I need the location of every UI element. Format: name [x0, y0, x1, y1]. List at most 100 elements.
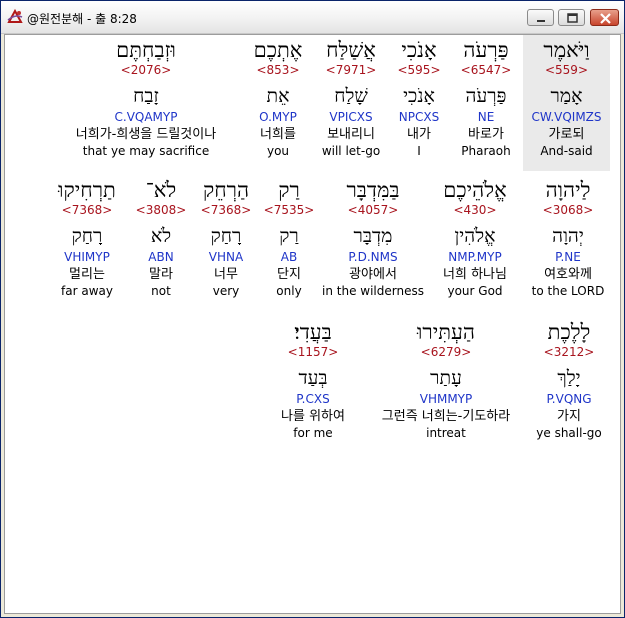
- hebrew-word: אָנֹכִי: [401, 38, 437, 62]
- parsing-code: NPCXS: [398, 110, 440, 124]
- english-gloss: you: [266, 144, 290, 158]
- hebrew-word: לַיהוָה: [545, 178, 591, 202]
- english-gloss: your God: [447, 284, 503, 298]
- word-unit[interactable]: לַיהוָה <3068> יְהוָה P.NE 여호와께 to the L…: [525, 177, 611, 299]
- lemma: מִדְבָּר: [353, 225, 393, 247]
- strong-number: <559>: [544, 63, 588, 77]
- parsing-code: NE: [477, 110, 495, 124]
- hebrew-word: בַּעֲדִי׃: [294, 320, 332, 344]
- strong-number: <3212>: [543, 345, 595, 359]
- english-gloss: very: [212, 284, 240, 298]
- hebrew-word: אֶתְכֶם: [253, 38, 303, 62]
- lemma: רָחַק: [71, 225, 103, 247]
- word-unit[interactable]: בַּמִּדְבָּר <4057> מִדְבָּר P.D.NMS 광야에…: [319, 177, 427, 299]
- close-icon: [600, 13, 611, 24]
- word-unit[interactable]: וַיֹּאמֶר <559> אָמַר CW.VQIMZS 가로되 And-…: [523, 35, 610, 171]
- hebrew-word: וּזְבַחְתֶּם: [116, 38, 176, 62]
- strong-number: <2076>: [120, 63, 172, 77]
- hebrew-word: אֲשַׁלַּח: [326, 38, 376, 62]
- hebrew-word: תַרְחִיקוּ: [58, 178, 116, 202]
- lemma: פַּרְעֹה: [465, 85, 507, 107]
- strong-number: <7971>: [325, 63, 377, 77]
- hebrew-word: פַּרְעֹה: [463, 38, 509, 62]
- strong-number: <7368>: [200, 203, 252, 217]
- word-unit[interactable]: הַרְחֵק <7368> רָחַק VHNA 너무 very: [195, 177, 257, 299]
- lemma: אָמַר: [550, 85, 583, 107]
- parsing-code: VPICXS: [329, 110, 373, 124]
- hebrew-word: הַעְתִּירוּ: [417, 320, 475, 344]
- lemma: זָבַח: [133, 85, 159, 107]
- word-unit[interactable]: פַּרְעֹה <6547> פַּרְעֹה NE 바로가 Pharaoh: [451, 35, 521, 159]
- korean-gloss: 멀리는: [69, 267, 105, 282]
- lemma: רָחַק: [210, 225, 242, 247]
- lemma: לֹא: [150, 225, 172, 247]
- minimize-icon: [537, 20, 545, 22]
- parsing-code: P.NE: [555, 250, 581, 264]
- english-gloss: And-said: [540, 144, 593, 158]
- korean-gloss: 나를 위하여: [281, 409, 345, 424]
- parsing-code: VHMMYP: [419, 392, 473, 406]
- strong-number: <6547>: [460, 63, 512, 77]
- minimize-button[interactable]: [527, 9, 554, 26]
- lemma: יְהוָה: [552, 225, 584, 247]
- app-logo-icon: [7, 8, 23, 23]
- strong-number: <7535>: [263, 203, 315, 217]
- english-gloss: will let-go: [321, 144, 381, 158]
- lemma: אָנֹכִי: [403, 85, 435, 107]
- word-unit[interactable]: אֱלֹהֵיכֶם <430> אֱלֹהִין NMP.MYP 너희 하나님…: [429, 177, 521, 299]
- close-button[interactable]: [590, 9, 619, 26]
- hebrew-word: בַּמִּדְבָּר: [346, 178, 400, 202]
- english-gloss: ye shall-go: [536, 426, 602, 440]
- english-gloss: intreat: [426, 426, 466, 440]
- english-gloss: not: [151, 284, 171, 298]
- strong-number: <3068>: [542, 203, 594, 217]
- korean-gloss: 바로가: [468, 127, 504, 142]
- hebrew-word: וַיֹּאמֶר: [543, 38, 590, 62]
- word-unit[interactable]: רַק <7535> רַק AB 단지 only: [263, 177, 315, 299]
- english-gloss: to the LORD: [531, 284, 605, 298]
- parsing-code: C.VQAMYP: [114, 110, 178, 124]
- strong-number: <3808>: [135, 203, 187, 217]
- english-gloss: Pharaoh: [461, 144, 511, 158]
- english-gloss: in the wilderness: [322, 284, 424, 298]
- hebrew-word: אֱלֹהֵיכֶם: [443, 178, 507, 202]
- korean-gloss: 그런즉 너희는-기도하라: [381, 409, 511, 424]
- word-unit[interactable]: בַּעֲדִי׃ <1157> בְּעַד P.CXS 나를 위하여 for…: [267, 319, 359, 441]
- english-gloss: only: [276, 284, 302, 298]
- korean-gloss: 보내리니: [327, 127, 375, 142]
- maximize-button[interactable]: [558, 9, 585, 26]
- word-analysis-panel: וַיֹּאמֶר <559> אָמַר CW.VQIMZS 가로되 And-…: [4, 34, 621, 614]
- parsing-code: CW.VQIMZS: [531, 110, 602, 124]
- title-bar[interactable]: @원전분해 - 출 8:28: [1, 1, 624, 34]
- lemma: עָתַר: [430, 367, 462, 389]
- parsing-code: O.MYP: [259, 110, 297, 124]
- lemma: רַק: [279, 225, 299, 247]
- app-window: @원전분해 - 출 8:28 וַיֹּאמֶר <559> אָמַר CW.…: [0, 0, 625, 618]
- word-unit[interactable]: אֶתְכֶם <853> אֵת O.MYP 너희를 you: [245, 35, 311, 159]
- lemma: אֱלֹהִין: [454, 225, 496, 247]
- strong-number: <595>: [397, 63, 441, 77]
- korean-gloss: 광야에서: [349, 267, 397, 282]
- parsing-code: P.CXS: [296, 392, 330, 406]
- lemma: בְּעַד: [298, 367, 328, 389]
- english-gloss: I: [417, 144, 421, 158]
- word-unit[interactable]: וּזְבַחְתֶּם <2076> זָבַח C.VQAMYP 너희가-희…: [51, 35, 241, 159]
- korean-gloss: 너무: [214, 267, 238, 282]
- korean-gloss: 내가: [407, 127, 431, 142]
- parsing-code: VHNA: [208, 250, 244, 264]
- korean-gloss: 너희 하나님: [443, 267, 507, 282]
- strong-number: <7368>: [61, 203, 113, 217]
- parsing-code: VHIMYP: [64, 250, 110, 264]
- word-unit[interactable]: תַרְחִיקוּ <7368> רָחַק VHIMYP 멀리는 far a…: [47, 177, 127, 299]
- hebrew-word: לֹא־: [145, 178, 177, 202]
- strong-number: <853>: [256, 63, 300, 77]
- lemma: יָלַךְ: [557, 367, 581, 389]
- lemma: שָׁלַח: [334, 85, 368, 107]
- word-unit[interactable]: לֹא־ <3808> לֹא ABN 말라 not: [133, 177, 189, 299]
- hebrew-word: לָלֶכֶת: [547, 320, 591, 344]
- korean-gloss: 여호와께: [544, 267, 592, 282]
- word-unit[interactable]: הַעְתִּירוּ <6279> עָתַר VHMMYP 그런즉 너희는-…: [361, 319, 531, 441]
- word-unit[interactable]: אֲשַׁלַּח <7971> שָׁלַח VPICXS 보내리니 will…: [315, 35, 387, 159]
- word-unit[interactable]: לָלֶכֶת <3212> יָלַךְ P.VQNG 가지 ye shall…: [527, 319, 611, 441]
- word-unit[interactable]: אָנֹכִי <595> אָנֹכִי NPCXS 내가 I: [389, 35, 449, 159]
